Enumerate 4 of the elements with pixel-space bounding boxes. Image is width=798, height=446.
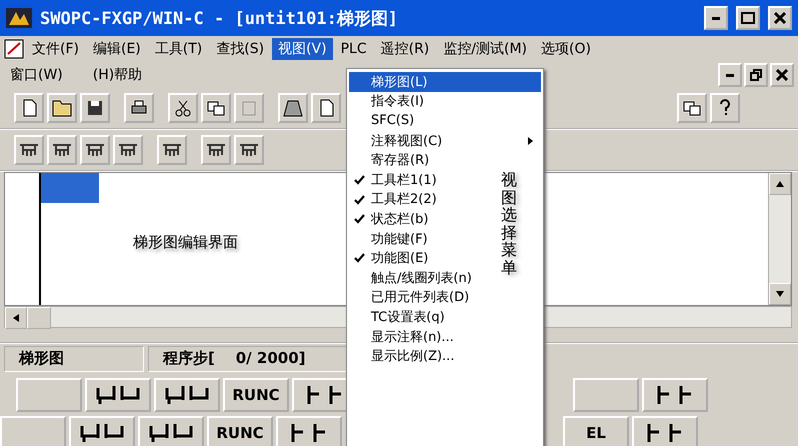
window-title: SWOPC-FXGP/WIN-C - [untit101:梯形图] [40, 8, 400, 30]
menu-annotation: 视图选择菜单 [501, 171, 517, 277]
status-mode: 梯形图 [4, 346, 144, 372]
editor-annotation: 梯形图编辑界面 [133, 233, 238, 252]
